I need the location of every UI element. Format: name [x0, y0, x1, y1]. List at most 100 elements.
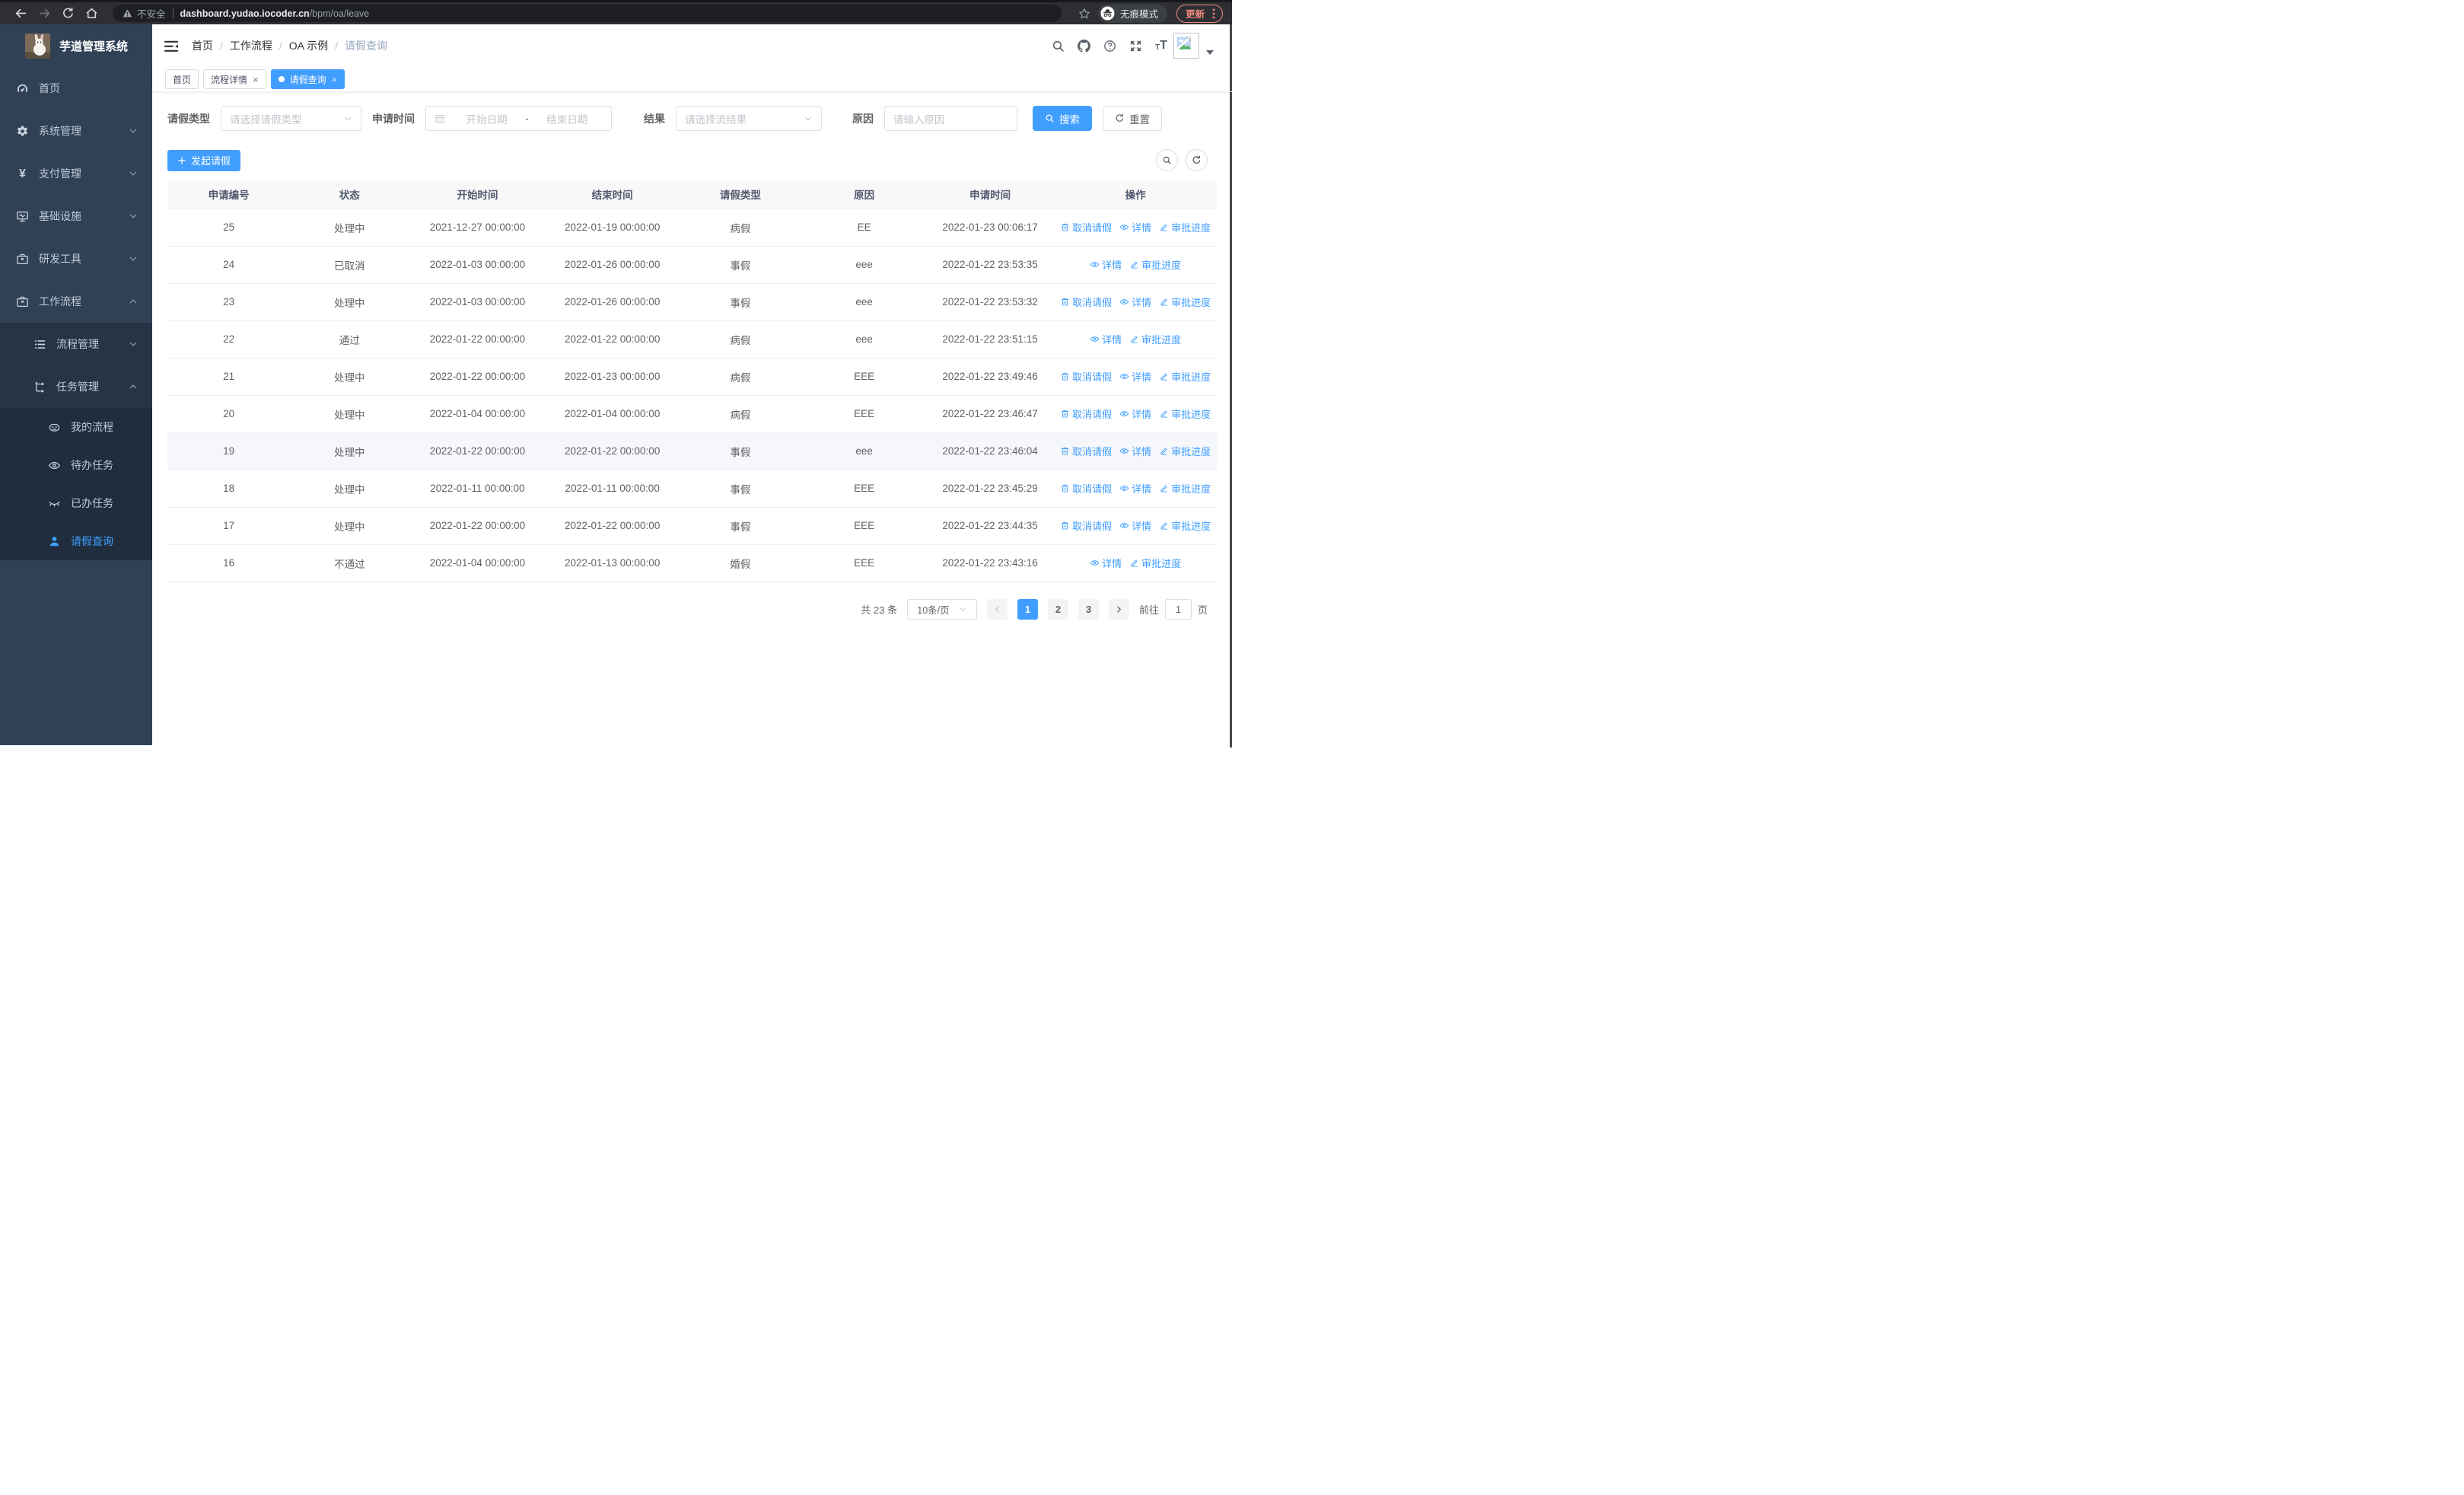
table-row[interactable]: 23 处理中 2022-01-03 00:00:00 2022-01-26 00:00…	[167, 283, 1217, 321]
close-icon[interactable]: ×	[332, 75, 338, 84]
cancel-action-link[interactable]: 取消请假	[1060, 444, 1112, 458]
progress-action-link[interactable]: 审批进度	[1159, 220, 1211, 234]
question-icon[interactable]	[1103, 40, 1116, 53]
sidebar-item-payment[interactable]: ¥ 支付管理	[0, 152, 152, 195]
detail-action-link[interactable]: 详情	[1090, 257, 1122, 272]
cancel-action-link[interactable]: 取消请假	[1060, 406, 1112, 421]
cancel-action-link[interactable]: 取消请假	[1060, 220, 1112, 234]
sidebar-item-home[interactable]: 首页	[0, 67, 152, 110]
app-logo[interactable]: 芋道管理系统	[0, 24, 152, 67]
detail-action-link[interactable]: 详情	[1119, 518, 1151, 533]
prev-page-button[interactable]	[986, 598, 1008, 620]
cancel-action-link[interactable]: 取消请假	[1060, 518, 1112, 533]
fullscreen-icon[interactable]	[1129, 40, 1142, 53]
progress-action-link[interactable]: 审批进度	[1159, 295, 1211, 309]
progress-action-link[interactable]: 审批进度	[1159, 444, 1211, 458]
browser-menu-icon[interactable]	[1212, 8, 1215, 19]
page-button-1[interactable]: 1	[1017, 598, 1038, 620]
detail-action-link[interactable]: 详情	[1119, 481, 1151, 496]
apply-time-range-picker[interactable]: 开始日期 - 结束日期	[425, 106, 612, 131]
refresh-table-button[interactable]	[1186, 149, 1208, 171]
sidebar-collapse-icon[interactable]	[164, 40, 179, 53]
action-label: 详情	[1132, 483, 1152, 495]
sidebar-item-system[interactable]: 系统管理	[0, 110, 152, 152]
action-label: 详情	[1132, 446, 1152, 457]
progress-action-link[interactable]: 审批进度	[1159, 406, 1211, 421]
table-row[interactable]: 17 处理中 2022-01-22 00:00:00 2022-01-22 00:00…	[167, 507, 1217, 545]
detail-action-link[interactable]: 详情	[1090, 556, 1122, 570]
sidebar-item-my-process[interactable]: 我的流程	[0, 408, 152, 446]
tab-process-detail[interactable]: 流程详情 ×	[203, 69, 266, 89]
progress-action-link[interactable]: 审批进度	[1159, 481, 1211, 496]
sidebar-item-todo-tasks[interactable]: 待办任务	[0, 446, 152, 484]
page-button-3[interactable]: 3	[1078, 598, 1099, 620]
sidebar-item-workflow[interactable]: 工作流程	[0, 280, 152, 323]
cell-apply_time: 2022-01-23 00:06:17	[925, 209, 1055, 247]
detail-action-link[interactable]: 详情	[1119, 444, 1151, 458]
cell-actions: 详情 审批进度	[1054, 320, 1217, 359]
cancel-action-link[interactable]: 取消请假	[1060, 295, 1112, 309]
action-label: 详情	[1132, 371, 1152, 383]
sidebar-item-devtools[interactable]: 研发工具	[0, 237, 152, 280]
next-page-button[interactable]	[1108, 598, 1129, 620]
leave-type-select[interactable]: 请选择请假类型	[221, 106, 361, 131]
breadcrumb-item[interactable]: OA 示例	[289, 38, 328, 53]
breadcrumb-item[interactable]: 首页	[192, 38, 213, 53]
page-button-2[interactable]: 2	[1047, 598, 1068, 620]
reason-input[interactable]: 请输入原因	[884, 106, 1017, 131]
cancel-action-link[interactable]: 取消请假	[1060, 369, 1112, 384]
table-row[interactable]: 25 处理中 2021-12-27 00:00:00 2022-01-19 00:00…	[167, 209, 1217, 247]
sidebar-item-process-mgmt[interactable]: 流程管理	[0, 323, 152, 365]
reset-button[interactable]: 重置	[1103, 106, 1162, 131]
github-icon[interactable]	[1078, 39, 1090, 53]
table-row[interactable]: 20 处理中 2022-01-04 00:00:00 2022-01-04 00:00…	[167, 395, 1217, 433]
progress-action-link[interactable]: 审批进度	[1159, 518, 1211, 533]
detail-action-link[interactable]: 详情	[1119, 406, 1151, 421]
progress-action-link[interactable]: 审批进度	[1129, 556, 1181, 570]
avatar[interactable]	[1173, 33, 1199, 59]
progress-action-link[interactable]: 审批进度	[1129, 257, 1181, 272]
tab-leave-query[interactable]: 请假查询 ×	[270, 69, 345, 89]
sidebar-item-label: 首页	[39, 82, 60, 94]
sidebar-item-done-tasks[interactable]: 已办任务	[0, 484, 152, 522]
search-button[interactable]: 搜索	[1033, 106, 1092, 131]
address-bar[interactable]: 不安全 dashboard.yudao.iocoder.cn /bpm/oa/l…	[113, 5, 1062, 22]
table-row[interactable]: 19 处理中 2022-01-22 00:00:00 2022-01-22 00:00…	[167, 432, 1217, 470]
sidebar-item-task-mgmt[interactable]: 任务管理	[0, 365, 152, 408]
progress-action-link[interactable]: 审批进度	[1159, 369, 1211, 384]
cell-type: 事假	[678, 283, 803, 321]
page-size-select[interactable]: 10条/页	[906, 598, 977, 620]
total-count: 共 23 条	[861, 604, 897, 616]
home-icon[interactable]	[85, 7, 98, 20]
cell-start: 2022-01-22 00:00:00	[409, 432, 546, 470]
breadcrumb-item[interactable]: 工作流程	[230, 38, 272, 53]
progress-action-link[interactable]: 审批进度	[1129, 332, 1181, 346]
table-row[interactable]: 24 已取消 2022-01-03 00:00:00 2022-01-26 00:00…	[167, 246, 1217, 284]
avatar-caret-down-icon[interactable]	[1206, 50, 1214, 55]
back-icon[interactable]	[14, 7, 27, 20]
result-select[interactable]: 请选择流结果	[676, 106, 822, 131]
tab-home[interactable]: 首页	[165, 69, 199, 89]
table-row[interactable]: 18 处理中 2022-01-11 00:00:00 2022-01-11 00:00…	[167, 470, 1217, 508]
browser-update-button[interactable]: 更新	[1176, 4, 1223, 23]
sidebar-item-infra[interactable]: 基础设施	[0, 195, 152, 237]
table-row[interactable]: 21 处理中 2022-01-22 00:00:00 2022-01-23 00:00…	[167, 358, 1217, 396]
bookmark-star-icon[interactable]	[1078, 8, 1090, 20]
detail-action-link[interactable]: 详情	[1119, 295, 1151, 309]
search-icon[interactable]	[1052, 40, 1065, 53]
goto-page-input[interactable]	[1164, 598, 1192, 620]
detail-action-link[interactable]: 详情	[1090, 332, 1122, 346]
logo-bunny-image	[25, 33, 50, 59]
detail-action-link[interactable]: 详情	[1119, 220, 1151, 234]
cancel-action-link[interactable]: 取消请假	[1060, 481, 1112, 496]
reload-icon[interactable]	[62, 7, 75, 20]
font-size-icon[interactable]: TT	[1155, 39, 1168, 53]
create-leave-button[interactable]: 发起请假	[167, 149, 241, 171]
table-row[interactable]: 22 通过 2022-01-22 00:00:00 2022-01-22 00:00:…	[167, 320, 1217, 359]
close-icon[interactable]: ×	[253, 75, 259, 84]
sidebar-item-leave-query[interactable]: 请假查询	[0, 522, 152, 560]
table-row[interactable]: 16 不通过 2022-01-04 00:00:00 2022-01-13 00:00…	[167, 544, 1217, 582]
forward-icon[interactable]	[38, 7, 51, 20]
detail-action-link[interactable]: 详情	[1119, 369, 1151, 384]
toggle-search-button[interactable]	[1156, 149, 1178, 171]
